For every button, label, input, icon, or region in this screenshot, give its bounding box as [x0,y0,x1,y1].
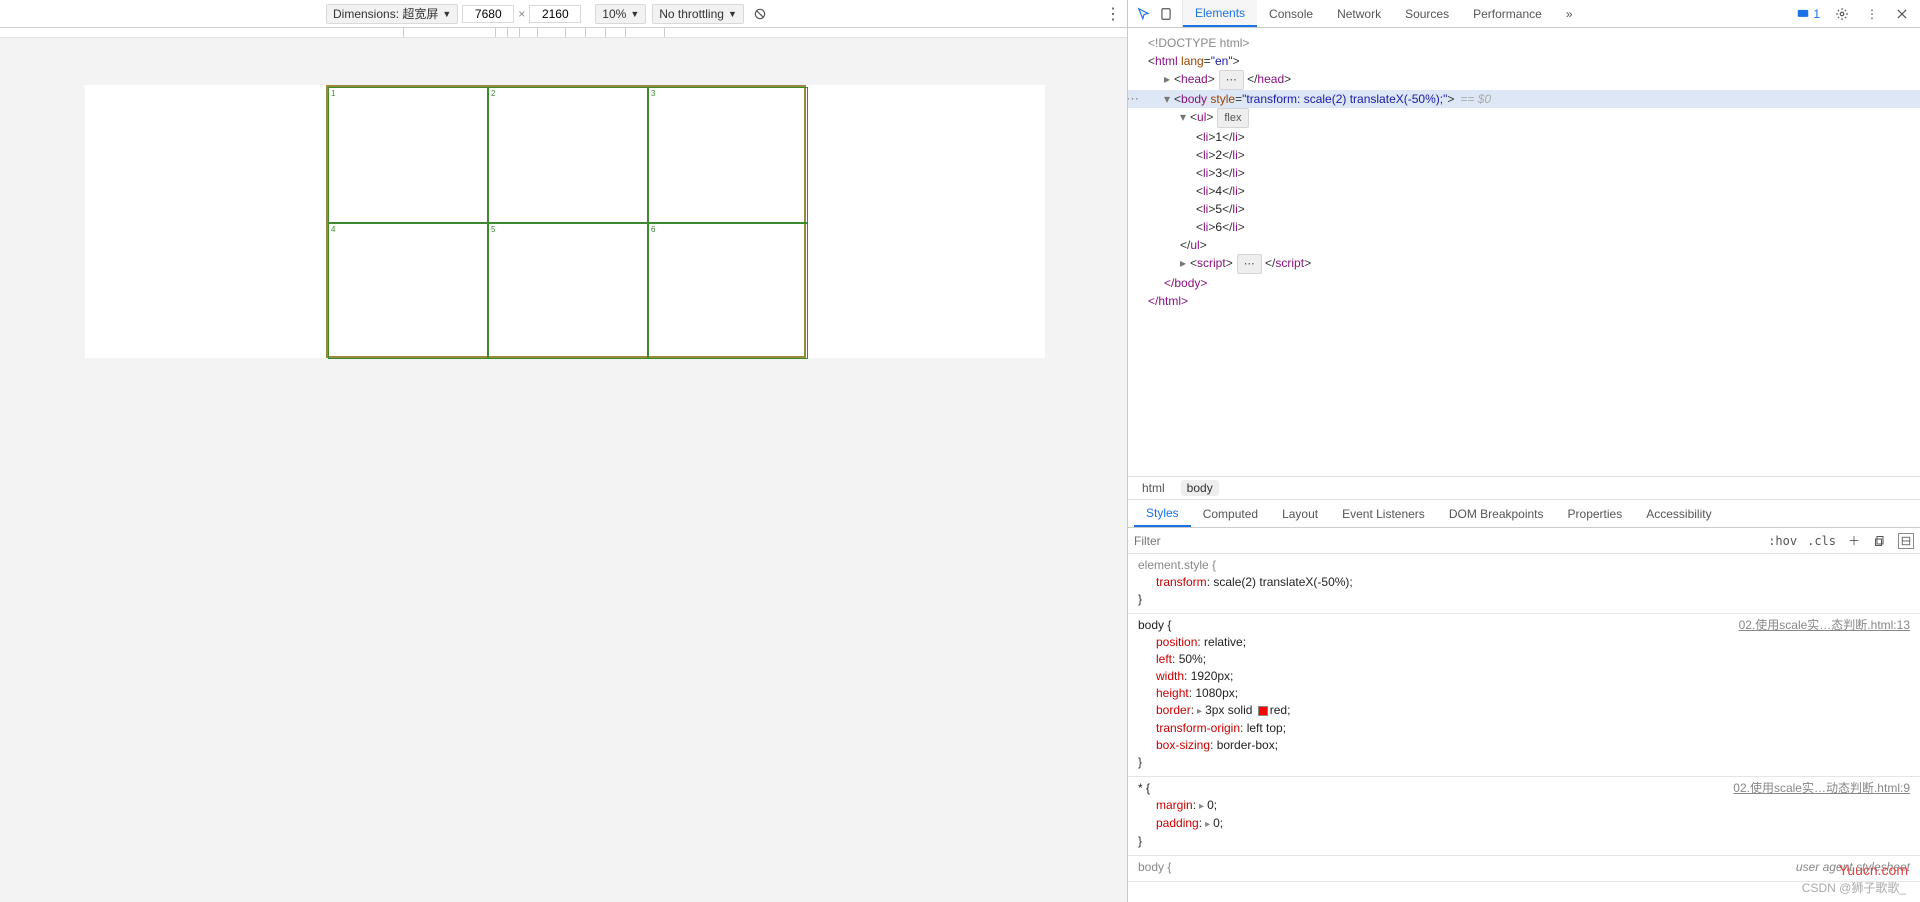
breadcrumb[interactable]: html body [1128,476,1920,500]
caret-down-icon: ▼ [728,4,737,24]
messages-pill[interactable]: 1 [1796,7,1820,21]
rule-source-link[interactable]: 02.使用scale实…动态判断.html:9 [1733,780,1910,797]
dimensions-select[interactable]: Dimensions: 超宽屏 ▼ [326,4,458,24]
hov-toggle[interactable]: :hov [1768,534,1797,548]
kebab-icon[interactable]: ⋮ [1105,4,1121,24]
color-swatch[interactable] [1258,706,1268,716]
devtools-tabs: Elements Console Network Sources Perform… [1128,0,1920,28]
width-input[interactable] [462,5,514,23]
tab-console[interactable]: Console [1257,0,1325,27]
cls-toggle[interactable]: .cls [1807,534,1836,548]
caret-down-icon: ▼ [630,4,639,24]
rule-element-style[interactable]: element.style { transform: scale(2) tran… [1128,554,1920,614]
devtools-pane: Elements Console Network Sources Perform… [1127,0,1920,902]
grid-cell: 4 [328,223,488,359]
device-preview-pane: Dimensions: 超宽屏 ▼ × 10% ▼ No throttling … [0,0,1127,902]
msg-count: 1 [1813,7,1820,21]
kebab-icon[interactable]: ⋮ [1864,6,1880,22]
close-body: </body> [1164,276,1207,290]
subtab-computed[interactable]: Computed [1191,500,1270,527]
rule-source-link[interactable]: 02.使用scale实…态判断.html:13 [1739,617,1910,634]
tab-more[interactable]: » [1554,0,1585,27]
tag-head: head [1181,72,1208,86]
tab-elements[interactable]: Elements [1183,0,1257,27]
grid-cell: 2 [488,87,648,223]
throttle-select[interactable]: No throttling ▼ [652,4,744,24]
zoom-select[interactable]: 10% ▼ [595,4,646,24]
subtab-event-listeners[interactable]: Event Listeners [1330,500,1437,527]
body-outline: 1 2 3 4 5 6 [326,85,806,358]
close-html: </html> [1148,294,1188,308]
subtab-styles[interactable]: Styles [1134,500,1191,527]
tag-html: html [1155,54,1178,68]
styles-panel[interactable]: element.style { transform: scale(2) tran… [1128,554,1920,902]
device-toolbar: Dimensions: 超宽屏 ▼ × 10% ▼ No throttling … [0,0,1127,28]
styles-subtabs: Styles Computed Layout Event Listeners D… [1128,500,1920,528]
ruler [0,28,1127,38]
tab-performance[interactable]: Performance [1461,0,1554,27]
subtab-accessibility[interactable]: Accessibility [1634,500,1723,527]
zoom-value: 10% [602,4,626,24]
rendered-page: 1 2 3 4 5 6 [85,85,1045,358]
dimensions-label: Dimensions: 超宽屏 [333,4,438,24]
grid-cell: 6 [648,223,808,359]
flex-badge[interactable]: flex [1217,108,1248,128]
throttle-value: No throttling [659,4,724,24]
grid-cell: 1 [328,87,488,223]
subtab-properties[interactable]: Properties [1556,500,1635,527]
crumb-html[interactable]: html [1142,481,1165,495]
watermark: Yuucn.com [1839,862,1908,878]
computed-toggle-icon[interactable] [1898,533,1914,549]
plus-icon[interactable]: ＋ [1846,533,1862,549]
rule-body[interactable]: 02.使用scale实…态判断.html:13 body { position:… [1128,614,1920,777]
watermark: CSDN @狮子歌歌_ [1802,879,1906,896]
subtab-dom-breakpoints[interactable]: DOM Breakpoints [1437,500,1556,527]
grid-cell: 5 [488,223,648,359]
tag-script: script [1197,256,1226,270]
filter-bar: :hov .cls ＋ [1128,528,1920,554]
filter-input[interactable] [1134,534,1758,548]
subtab-layout[interactable]: Layout [1270,500,1330,527]
tab-network[interactable]: Network [1325,0,1393,27]
grid-cell: 3 [648,87,808,223]
close-icon[interactable] [1894,6,1910,22]
height-input[interactable] [529,5,581,23]
preview-surface: 1 2 3 4 5 6 [0,38,1127,902]
inspect-icon[interactable] [1136,6,1152,22]
doctype: <!DOCTYPE html> [1148,36,1249,50]
device-icon[interactable] [1158,6,1174,22]
copy-style-icon[interactable] [1872,533,1888,549]
tab-sources[interactable]: Sources [1393,0,1461,27]
tag-ul: ul [1197,110,1206,124]
selected-body-node[interactable]: ▾<body style="transform: scale(2) transl… [1128,90,1920,108]
rule-universal[interactable]: 02.使用scale实…动态判断.html:9 * { margin:▸0; p… [1128,777,1920,856]
crumb-body[interactable]: body [1181,480,1219,496]
caret-down-icon: ▼ [442,4,451,24]
rotate-icon[interactable] [752,6,768,22]
dimension-x: × [518,7,525,21]
gear-icon[interactable] [1834,6,1850,22]
dom-tree[interactable]: <!DOCTYPE html> <html lang="en"> ▸<head>… [1128,28,1920,476]
